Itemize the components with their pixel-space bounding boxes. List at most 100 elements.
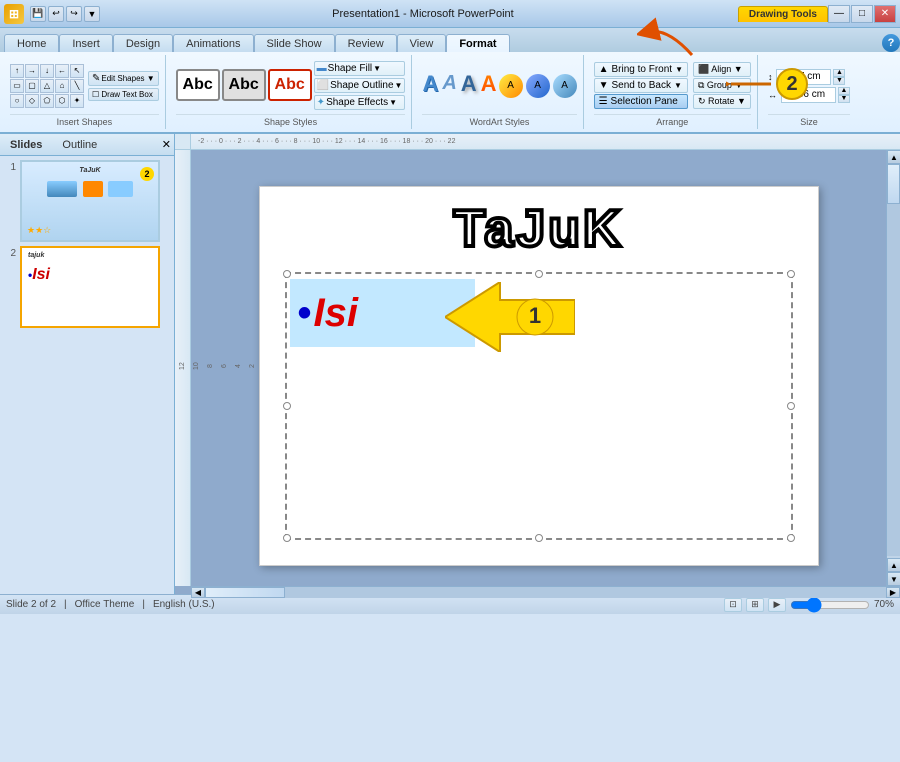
scroll-thumb-h[interactable]: [205, 587, 285, 598]
scroll-down-btn[interactable]: ▲: [887, 558, 900, 572]
arrow-right-icon[interactable]: →: [25, 64, 39, 78]
tab-slides[interactable]: Slides: [0, 137, 52, 153]
window-controls[interactable]: — □ ✕: [828, 5, 896, 23]
zoom-slider[interactable]: [790, 597, 870, 613]
tab-slideshow[interactable]: Slide Show: [254, 34, 335, 52]
scrollbar-vertical[interactable]: ▲ ▲ ▼: [886, 150, 900, 586]
text-fill-color[interactable]: A: [499, 74, 523, 98]
insert-shapes-label: Insert Shapes: [10, 114, 159, 127]
style-btn-2[interactable]: Abc: [222, 69, 266, 101]
annotation-arrow-svg: [726, 66, 776, 101]
send-to-back-icon: ▼: [599, 80, 609, 91]
scroll-left-btn[interactable]: ◀: [191, 587, 205, 598]
tab-outline[interactable]: Outline: [52, 137, 107, 153]
selection-pane-button[interactable]: ☰ Selection Pane: [594, 94, 688, 109]
handle-top-center[interactable]: [535, 270, 543, 278]
dropdown-button[interactable]: ▼: [84, 6, 100, 22]
maximize-button[interactable]: □: [851, 5, 873, 23]
handle-bottom-center[interactable]: [535, 534, 543, 542]
selection-pane-icon: ☰: [599, 96, 608, 107]
pentagon-icon[interactable]: ⬠: [40, 94, 54, 108]
width-spinner: ▲ ▼: [838, 87, 850, 103]
slide2-isi: • Isi: [28, 266, 50, 284]
cursor-icon[interactable]: ↖: [70, 64, 84, 78]
shape-styles-content: Abc Abc Abc ▬ Shape Fill ▼ ⬜ Shape Outli…: [176, 57, 406, 114]
height-down-btn[interactable]: ▼: [833, 77, 845, 85]
svg-text:1: 1: [528, 303, 540, 328]
bring-to-front-button[interactable]: ▲ Bring to Front ▼: [594, 62, 688, 77]
slide-thumb-2[interactable]: tajuk • Isi: [20, 246, 160, 328]
line-icon[interactable]: ╲: [70, 79, 84, 93]
wordart-a4[interactable]: A: [481, 71, 497, 97]
tab-home[interactable]: Home: [4, 34, 59, 52]
height-up-btn[interactable]: ▲: [833, 69, 845, 77]
lang-info: English (U.S.): [153, 599, 215, 610]
style-btn-3[interactable]: Abc: [268, 69, 312, 101]
triangle-icon[interactable]: △: [40, 79, 54, 93]
draw-text-box-btn[interactable]: ☐ Draw Text Box: [88, 88, 159, 101]
slides-panel-tabs: Slides Outline ✕: [0, 134, 174, 156]
minimize-button[interactable]: —: [828, 5, 850, 23]
close-button[interactable]: ✕: [874, 5, 896, 23]
star-icon[interactable]: ✦: [70, 94, 84, 108]
handle-top-left[interactable]: [283, 270, 291, 278]
oval-icon[interactable]: ○: [10, 94, 24, 108]
style-btn-1[interactable]: Abc: [176, 69, 220, 101]
handle-mid-right[interactable]: [787, 402, 795, 410]
rounded-rect-icon[interactable]: ▢: [25, 79, 39, 93]
save-button[interactable]: 💾: [30, 6, 46, 22]
text-effects-btn[interactable]: A: [553, 74, 577, 98]
hex-icon[interactable]: ⬡: [55, 94, 69, 108]
handle-bottom-right[interactable]: [787, 534, 795, 542]
undo-button[interactable]: ↩: [48, 6, 64, 22]
scroll-track-v[interactable]: [887, 164, 900, 556]
scroll-up-btn[interactable]: ▲: [887, 150, 900, 164]
scroll-track-h[interactable]: [205, 587, 886, 598]
scroll-thumb-v[interactable]: [887, 164, 900, 204]
quick-access-toolbar[interactable]: 💾 ↩ ↪ ▼: [30, 6, 100, 22]
width-down-btn[interactable]: ▼: [838, 95, 850, 103]
tab-review[interactable]: Review: [335, 34, 397, 52]
shape-styles-label: Shape Styles: [176, 114, 406, 127]
wordart-a1[interactable]: A: [422, 71, 438, 97]
office-logo: ⊞: [4, 4, 24, 24]
handle-bottom-left[interactable]: [283, 534, 291, 542]
tab-view[interactable]: View: [397, 34, 447, 52]
diamond-icon[interactable]: ◇: [25, 94, 39, 108]
arrow-down-icon[interactable]: ↓: [40, 64, 54, 78]
rect-icon[interactable]: ▭: [10, 79, 24, 93]
wordart-a2[interactable]: A: [442, 72, 456, 95]
scroll-right-btn[interactable]: ▶: [886, 587, 900, 598]
tab-format[interactable]: Format: [446, 34, 509, 52]
shape-effects-dropdown[interactable]: ✦ Shape Effects ▼: [314, 95, 406, 110]
arrow-to-selection-pane: [637, 17, 697, 60]
help-icon[interactable]: ?: [882, 34, 900, 52]
redo-button[interactable]: ↪: [66, 6, 82, 22]
scroll-container: -2024681012 TaJuK: [175, 150, 900, 586]
edit-shapes-btn[interactable]: ✎ Edit Shapes ▼: [88, 71, 159, 86]
slide-thumb-1[interactable]: TaJuK ★★☆ 2: [20, 160, 160, 242]
tab-design[interactable]: Design: [113, 34, 173, 52]
arrow-up-icon[interactable]: ↑: [10, 64, 24, 78]
scrollbar-horizontal[interactable]: ◀ ▶: [191, 586, 900, 598]
slide-canvas[interactable]: TaJuK: [259, 186, 819, 566]
handle-mid-left[interactable]: [283, 402, 291, 410]
handle-top-right[interactable]: [787, 270, 795, 278]
slide1-shapes: [22, 180, 158, 201]
trapezoid-icon[interactable]: ⌂: [55, 79, 69, 93]
shape-fill-dropdown[interactable]: ▬ Shape Fill ▼: [314, 61, 406, 76]
tab-animations[interactable]: Animations: [173, 34, 253, 52]
scroll-down-btn2[interactable]: ▼: [887, 572, 900, 586]
tab-insert[interactable]: Insert: [59, 34, 113, 52]
text-outline-color[interactable]: A: [526, 74, 550, 98]
send-to-back-button[interactable]: ▼ Send to Back ▼: [594, 78, 688, 93]
drawing-tools-tab: Drawing Tools: [738, 6, 828, 22]
shape-outline-dropdown[interactable]: ⬜ Shape Outline ▼: [314, 78, 406, 93]
width-up-btn[interactable]: ▲: [838, 87, 850, 95]
wordart-a3[interactable]: A: [461, 71, 477, 97]
tajuk-text: TaJuK: [260, 199, 818, 259]
panel-close-btn[interactable]: ✕: [162, 138, 171, 151]
num2-badge: 2: [776, 68, 808, 100]
bring-to-front-icon: ▲: [599, 64, 609, 75]
arrow-left-icon[interactable]: ←: [55, 64, 69, 78]
